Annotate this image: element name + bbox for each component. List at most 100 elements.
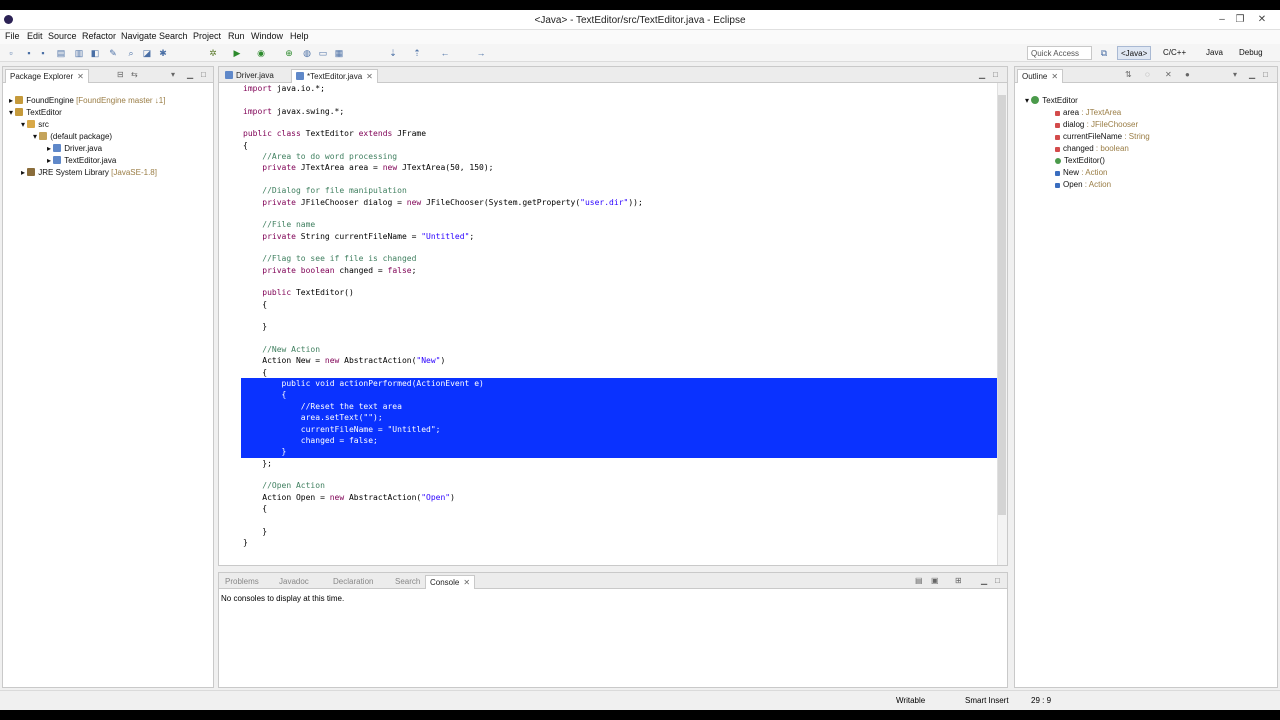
tab-console[interactable]: Console ✕ [425, 575, 476, 589]
view-menu-icon[interactable]: ▾ [1233, 70, 1237, 79]
next-annotation-icon[interactable]: ⇣ [388, 48, 398, 58]
menu-project[interactable]: Project [193, 31, 221, 41]
tree-item-label: FoundEngine [26, 96, 74, 105]
pin-console-icon[interactable]: ▣ [931, 576, 939, 585]
perspective-java-active[interactable]: <Java> [1117, 46, 1152, 60]
open-task-icon[interactable]: ▭ [318, 48, 328, 58]
coverage-icon[interactable]: ◉ [256, 48, 266, 58]
tab-driver-java[interactable]: Driver.java [221, 69, 278, 83]
minimize-view-icon[interactable]: ▁ [1249, 70, 1255, 79]
scrollbar-thumb[interactable] [998, 95, 1006, 515]
open-perspective-icon[interactable]: ⧉ [1099, 48, 1109, 58]
tree-item-label: TextEditor [26, 108, 62, 117]
minimize-button[interactable]: – [1214, 13, 1230, 27]
build-icon[interactable]: ▥ [74, 48, 84, 58]
tab-problems[interactable]: Problems [221, 575, 263, 589]
run-icon[interactable]: ▶ [232, 48, 242, 58]
code-token: "New" [416, 356, 441, 366]
forward-icon[interactable]: → [476, 48, 486, 58]
minimize-view-icon[interactable]: ▁ [187, 70, 193, 79]
tab-javadoc[interactable]: Javadoc [275, 575, 313, 589]
outline-item-dialog[interactable]: dialog : JFileChooser [1055, 120, 1138, 129]
code-token: { [243, 140, 248, 150]
tree-item-src[interactable]: ▾ src [21, 120, 49, 129]
outline-root[interactable]: ▾ TextEditor [1025, 96, 1078, 105]
maximize-button[interactable]: ❐ [1232, 13, 1248, 27]
close-icon[interactable]: ✕ [366, 72, 373, 81]
code-line: } [243, 537, 248, 548]
code-line: //Reset the text area [243, 401, 402, 412]
tree-item-jre-library[interactable]: ▸ JRE System Library [JavaSE-1.8] [21, 168, 157, 177]
code-editor[interactable]: import java.io.*; import javax.swing.*; pu… [219, 83, 1007, 565]
perspective-cpp[interactable]: C/C++ [1160, 46, 1189, 60]
save-all-icon[interactable]: ▪ [38, 48, 48, 58]
mark-icon[interactable]: ✱ [158, 48, 168, 58]
menu-source[interactable]: Source [48, 31, 77, 41]
perspective-java[interactable]: Java [1203, 46, 1226, 60]
open-console-icon[interactable]: ⊞ [955, 576, 962, 585]
view-menu-icon[interactable]: ▾ [171, 70, 175, 79]
maximize-view-icon[interactable]: □ [993, 70, 998, 79]
tab-declaration[interactable]: Declaration [329, 575, 377, 589]
sort-icon[interactable]: ⇅ [1125, 70, 1132, 79]
menu-edit[interactable]: Edit [27, 31, 43, 41]
quick-access-input[interactable]: Quick Access [1027, 46, 1092, 60]
close-icon[interactable]: ✕ [1051, 72, 1058, 81]
open-type-icon[interactable]: ◍ [302, 48, 312, 58]
tree-item-foundengine[interactable]: ▸ FoundEngine [FoundEngine master ↓1] [9, 96, 165, 105]
menu-run[interactable]: Run [228, 31, 245, 41]
menu-refactor[interactable]: Refactor [82, 31, 116, 41]
hide-fields-icon[interactable]: ◌ [1145, 70, 1150, 79]
tab-package-explorer[interactable]: Package Explorer ✕ [5, 69, 89, 83]
tree-item-texteditor[interactable]: ▾ TextEditor [9, 108, 62, 117]
outline-item-constructor[interactable]: TextEditor() [1055, 156, 1105, 165]
close-icon[interactable]: ✕ [463, 578, 470, 587]
tab-label: Problems [225, 577, 259, 586]
collapse-all-icon[interactable]: ⊟ [117, 70, 124, 79]
maximize-view-icon[interactable]: □ [995, 576, 1000, 585]
maximize-view-icon[interactable]: □ [1263, 70, 1268, 79]
hide-nonpublic-icon[interactable]: ● [1185, 70, 1190, 79]
menu-file[interactable]: File [5, 31, 20, 41]
menu-help[interactable]: Help [290, 31, 309, 41]
outline-item-changed[interactable]: changed : boolean [1055, 144, 1129, 153]
print-icon[interactable]: ▤ [56, 48, 66, 58]
menu-window[interactable]: Window [251, 31, 283, 41]
link-editor-icon[interactable]: ⇆ [131, 70, 138, 79]
code-token: private [243, 197, 301, 207]
new-icon[interactable]: ▫ [6, 48, 16, 58]
search-tool-icon[interactable]: ⌕ [126, 48, 136, 58]
outline-item-new[interactable]: New : Action [1055, 168, 1107, 177]
menu-navigate[interactable]: Navigate [121, 31, 157, 41]
close-button[interactable]: ✕ [1254, 13, 1270, 27]
tree-item-texteditor-java[interactable]: ▸ TextEditor.java [47, 156, 116, 165]
tab-texteditor-java[interactable]: *TextEditor.java ✕ [291, 69, 378, 83]
outline-item-area[interactable]: area : JTextArea [1055, 108, 1121, 117]
display-console-icon[interactable]: ▤ [915, 576, 923, 585]
maximize-view-icon[interactable]: □ [201, 70, 206, 79]
perspective-debug[interactable]: Debug [1236, 46, 1266, 60]
tool-icon[interactable]: ✎ [108, 48, 118, 58]
tree-item-driver-java[interactable]: ▸ Driver.java [47, 144, 102, 153]
package-tool-icon[interactable]: ▦ [334, 48, 344, 58]
tab-search[interactable]: Search [391, 575, 424, 589]
code-line: //Flag to see if file is changed [243, 253, 416, 264]
highlight-icon[interactable]: ◪ [142, 48, 152, 58]
minimize-view-icon[interactable]: ▁ [981, 576, 987, 585]
save-icon[interactable]: ▪ [24, 48, 34, 58]
code-token: ) [440, 356, 446, 366]
back-icon[interactable]: ← [440, 48, 450, 58]
menu-search[interactable]: Search [159, 31, 188, 41]
tree-item-default-package[interactable]: ▾ (default package) [33, 132, 112, 141]
toggle-icon[interactable]: ◧ [90, 48, 100, 58]
code-line: private JFileChooser dialog = new JFileC… [243, 197, 643, 208]
outline-item-currentfilename[interactable]: currentFileName : String [1055, 132, 1150, 141]
minimize-view-icon[interactable]: ▁ [979, 70, 985, 79]
close-icon[interactable]: ✕ [77, 72, 84, 81]
hide-static-icon[interactable]: ✕ [1165, 70, 1172, 79]
new-class-icon[interactable]: ⊕ [284, 48, 294, 58]
tab-outline[interactable]: Outline ✕ [1017, 69, 1064, 83]
debug-icon[interactable]: ✲ [208, 48, 218, 58]
outline-item-open[interactable]: Open : Action [1055, 180, 1111, 189]
prev-annotation-icon[interactable]: ⇡ [412, 48, 422, 58]
